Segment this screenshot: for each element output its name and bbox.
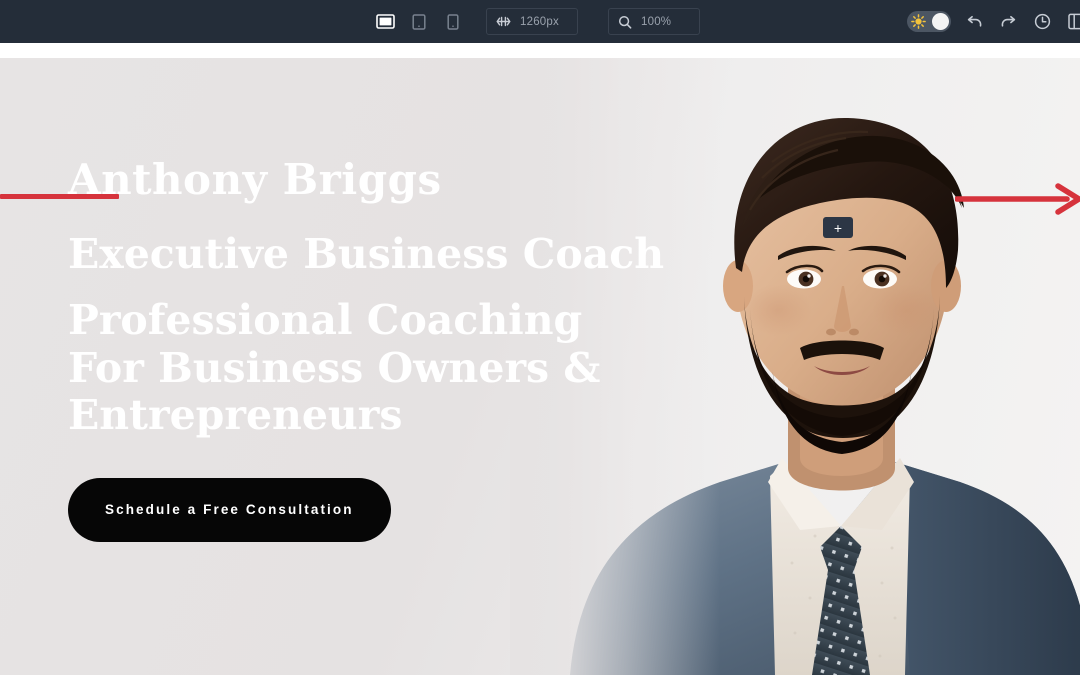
- red-underline-marker: [0, 194, 119, 199]
- desktop-icon: [375, 13, 395, 30]
- hero-text-column: Anthony Briggs Executive Business Coach …: [68, 58, 668, 675]
- undo-icon[interactable]: [963, 11, 985, 33]
- page-title: Anthony Briggs: [68, 155, 442, 204]
- theme-toggle-knob: [932, 13, 949, 30]
- theme-mode-toggle[interactable]: [907, 11, 951, 32]
- editor-toolbar: 1260px 100%: [0, 0, 1080, 43]
- plus-icon[interactable]: +: [823, 217, 853, 238]
- toolbar-center-region: 1260px 100%: [370, 0, 700, 43]
- page-canvas: + Anthony Briggs Executive Business Coac…: [0, 58, 1080, 675]
- canvas-width-field[interactable]: 1260px: [486, 8, 578, 35]
- hero-headline: Professional Coaching For Business Owner…: [68, 296, 601, 440]
- clock-history-icon[interactable]: [1031, 11, 1053, 33]
- hero-role: Executive Business Coach: [68, 230, 665, 279]
- redo-icon[interactable]: [997, 11, 1019, 33]
- tablet-icon: [412, 13, 426, 30]
- toolbar-right-region: [907, 0, 1080, 43]
- toolbar-left-region: [0, 0, 370, 43]
- schedule-consultation-button[interactable]: Schedule a Free Consultation: [68, 477, 391, 542]
- magnifier-icon: [618, 15, 632, 29]
- canvas-top-gap: [0, 43, 1080, 58]
- zoom-level-value: 100%: [641, 15, 672, 28]
- panel-icon[interactable]: [1065, 11, 1080, 33]
- red-arrow-marker: [955, 183, 1080, 215]
- canvas-width-value: 1260px: [520, 15, 559, 28]
- device-button-mobile[interactable]: [438, 8, 468, 36]
- hero-section: + Anthony Briggs Executive Business Coac…: [0, 58, 1080, 675]
- mobile-icon: [447, 13, 459, 30]
- device-button-tablet[interactable]: [404, 8, 434, 36]
- device-mode-group: [370, 8, 468, 36]
- sun-icon: [911, 14, 926, 29]
- responsive-width-icon: [496, 16, 511, 27]
- zoom-level-field[interactable]: 100%: [608, 8, 700, 35]
- device-button-desktop[interactable]: [370, 8, 400, 36]
